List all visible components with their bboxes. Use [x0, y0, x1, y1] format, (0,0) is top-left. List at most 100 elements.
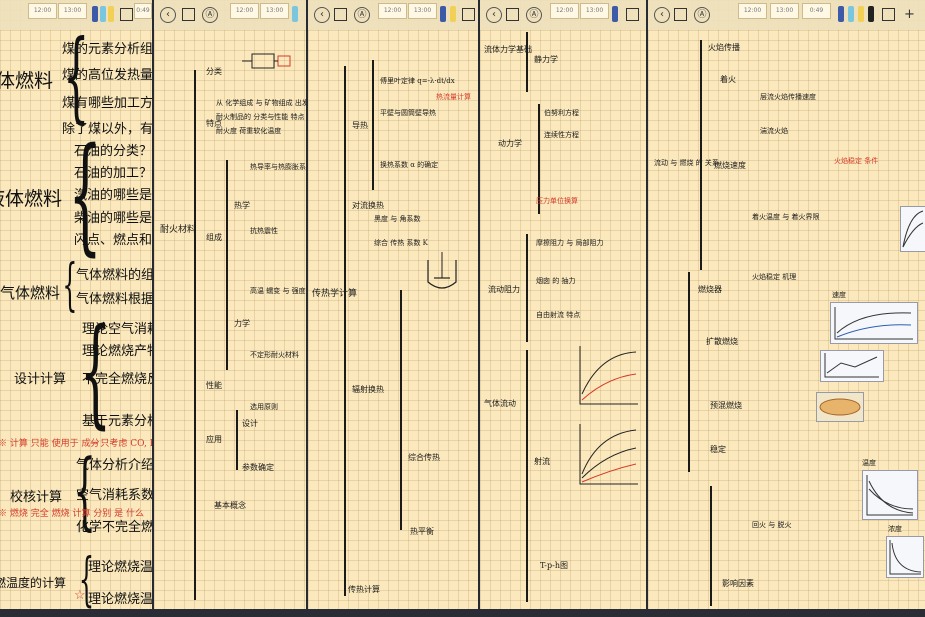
tree-node: 动力学 — [498, 139, 522, 148]
tree-node: 稳定 — [710, 445, 726, 454]
shape-tool-icon[interactable] — [120, 8, 133, 21]
solid-note: 煤有哪些加工方法 — [62, 96, 152, 111]
shape-tool-icon[interactable] — [182, 8, 195, 21]
figure-box — [816, 392, 864, 422]
tree-node: 综合传热 — [408, 453, 440, 462]
back-icon[interactable]: ‹ — [486, 7, 502, 23]
red-note: 火焰稳定 条件 — [834, 157, 879, 165]
note-page-3[interactable]: ‹ Ⓐ 12:00 13:00 传热学计算 导热 对流换热 辐射换热 综合传热 … — [308, 0, 478, 609]
note-page-4[interactable]: ‹ Ⓐ 12:00 13:00 流体力学基础 静力学 动力学 流动阻力 气体流动… — [480, 0, 646, 609]
pen-tool-icon[interactable] — [612, 6, 618, 22]
tree-branch — [688, 272, 690, 472]
shape-tool-icon[interactable] — [882, 8, 895, 21]
tree-note: 傅里叶定律 q=-λ·dt/dx — [380, 77, 455, 85]
marker-tool-icon[interactable] — [858, 6, 864, 22]
tree-node: 火焰传播 — [708, 43, 740, 52]
red-note: 压力单位换算 — [536, 197, 578, 205]
temp-note: 理论燃烧温度 — [88, 560, 152, 575]
tree-node: 燃烧器 — [698, 285, 722, 294]
page-thumbnail[interactable]: 12:00 — [738, 3, 767, 19]
tree-node: 预混燃烧 — [710, 401, 742, 410]
pen-tool-icon[interactable] — [92, 6, 98, 22]
tree-note: 伯努利方程 — [544, 109, 579, 117]
page-thumbnail[interactable]: 12:00 — [550, 3, 579, 19]
eraser-tool-icon[interactable] — [868, 6, 874, 22]
page-thumbnail[interactable]: 0:49 — [802, 3, 831, 19]
pen-tool-icon[interactable] — [838, 6, 844, 22]
text-tool-icon[interactable]: Ⓐ — [354, 7, 370, 23]
shape-tool-icon[interactable] — [506, 8, 519, 21]
page-toolbar: ‹ Ⓐ 12:00 13:00 — [154, 0, 306, 30]
vessel-figure — [427, 252, 457, 289]
note-page-1[interactable]: 12:00 13:00 0:49 体燃料 { 煤的元素分析组成 煤的高位发热量 … — [0, 0, 152, 609]
shape-tool-icon[interactable] — [462, 8, 475, 21]
shape-tool-icon[interactable] — [674, 8, 687, 21]
root-node: 流体力学基础 — [484, 45, 532, 54]
design-note: 理论燃烧产物 — [82, 344, 152, 359]
note-page-5[interactable]: ‹ Ⓐ 12:00 13:00 0:49 + 流动 与 燃烧 的 关系 火焰传播… — [648, 0, 925, 609]
check-red-note: → 只考虑 CO, H₂, CH₄ — [90, 439, 152, 449]
tree-note: 摩擦阻力 与 局部阻力 — [536, 239, 604, 247]
figure-label: 温度 — [862, 459, 876, 467]
shape-tool-icon[interactable] — [334, 8, 347, 21]
add-page-icon[interactable]: + — [904, 7, 915, 22]
tree-note: 层流火焰传播速度 — [760, 93, 816, 101]
highlighter-tool-icon[interactable] — [292, 6, 298, 22]
text-tool-icon[interactable]: Ⓐ — [202, 7, 218, 23]
tree-node: 射流 — [534, 457, 550, 466]
tree-note: 耐火制品的 分类与性能 特点 — [216, 113, 305, 121]
text-tool-icon[interactable]: Ⓐ — [694, 7, 710, 23]
tree-node: 分类 — [206, 67, 222, 76]
tree-branch — [526, 234, 528, 342]
back-icon[interactable]: ‹ — [654, 7, 670, 23]
tree-node: 基本概念 — [214, 501, 246, 510]
page-thumbnail[interactable]: 12:00 — [230, 3, 259, 19]
schematic-figure — [242, 53, 291, 69]
tree-node: 对流换热 — [352, 201, 384, 210]
page-thumbnail[interactable]: 12:00 — [28, 3, 57, 19]
shape-tool-icon[interactable] — [626, 8, 639, 21]
design-note: 理论空气消耗 — [82, 322, 152, 337]
back-icon[interactable]: ‹ — [314, 7, 330, 23]
tree-branch — [400, 290, 402, 530]
page-toolbar: ‹ Ⓐ 12:00 13:00 — [308, 0, 478, 30]
note-page-2[interactable]: ‹ Ⓐ 12:00 13:00 耐火材料 分类 特点 组成 性能 应用 基本概念… — [154, 0, 306, 609]
tree-node: 性能 — [206, 381, 222, 390]
tree-node: 影响因素 — [722, 579, 754, 588]
page-thumbnail[interactable]: 12:00 — [378, 3, 407, 19]
topic-gas-fuel: 气体燃料 — [0, 284, 61, 302]
tree-note: 从 化学组成 与 矿物组成 出发 — [216, 99, 306, 107]
tree-branch — [700, 40, 702, 270]
topic-check-calc: 校核计算 — [10, 490, 63, 505]
figure-box — [862, 470, 918, 520]
page-thumbnail[interactable]: 13:00 — [580, 3, 609, 19]
tree-node: 热学 — [234, 201, 250, 210]
root-node: 传热学计算 — [312, 289, 358, 299]
check-note: 化学不完全燃烧 — [76, 520, 152, 535]
page-thumbnail[interactable]: 13:00 — [408, 3, 437, 19]
tree-node: 应用 — [206, 435, 222, 444]
bottom-edge — [0, 609, 925, 617]
marker-tool-icon[interactable] — [450, 6, 456, 22]
tree-note: 换热系数 α 的确定 — [380, 161, 439, 169]
tree-note: 综合 传热 系数 K — [374, 239, 428, 247]
page-thumbnail[interactable]: 0:49 — [134, 3, 152, 19]
page-thumbnail[interactable]: 13:00 — [260, 3, 289, 19]
tree-node: 流动阻力 — [488, 285, 520, 294]
highlighter-tool-icon[interactable] — [100, 6, 106, 22]
figure-box — [820, 350, 884, 382]
text-tool-icon[interactable]: Ⓐ — [526, 7, 542, 23]
page-thumbnail[interactable]: 13:00 — [58, 3, 87, 19]
pen-tool-icon[interactable] — [440, 6, 446, 22]
figure-box — [886, 536, 924, 578]
back-icon[interactable]: ‹ — [160, 7, 176, 23]
page-thumbnail[interactable]: 13:00 — [770, 3, 799, 19]
tree-note: 抗热震性 — [250, 227, 278, 235]
solid-note: 煤的元素分析组成 — [62, 42, 152, 57]
marker-tool-icon[interactable] — [108, 6, 114, 22]
tree-node: 设计 — [242, 419, 258, 428]
tree-node: T-p-h图 — [540, 561, 568, 570]
tree-node: 扩散燃烧 — [706, 337, 738, 346]
liquid-note: 闪点、燃点和着火 — [74, 233, 152, 248]
highlighter-tool-icon[interactable] — [848, 6, 854, 22]
